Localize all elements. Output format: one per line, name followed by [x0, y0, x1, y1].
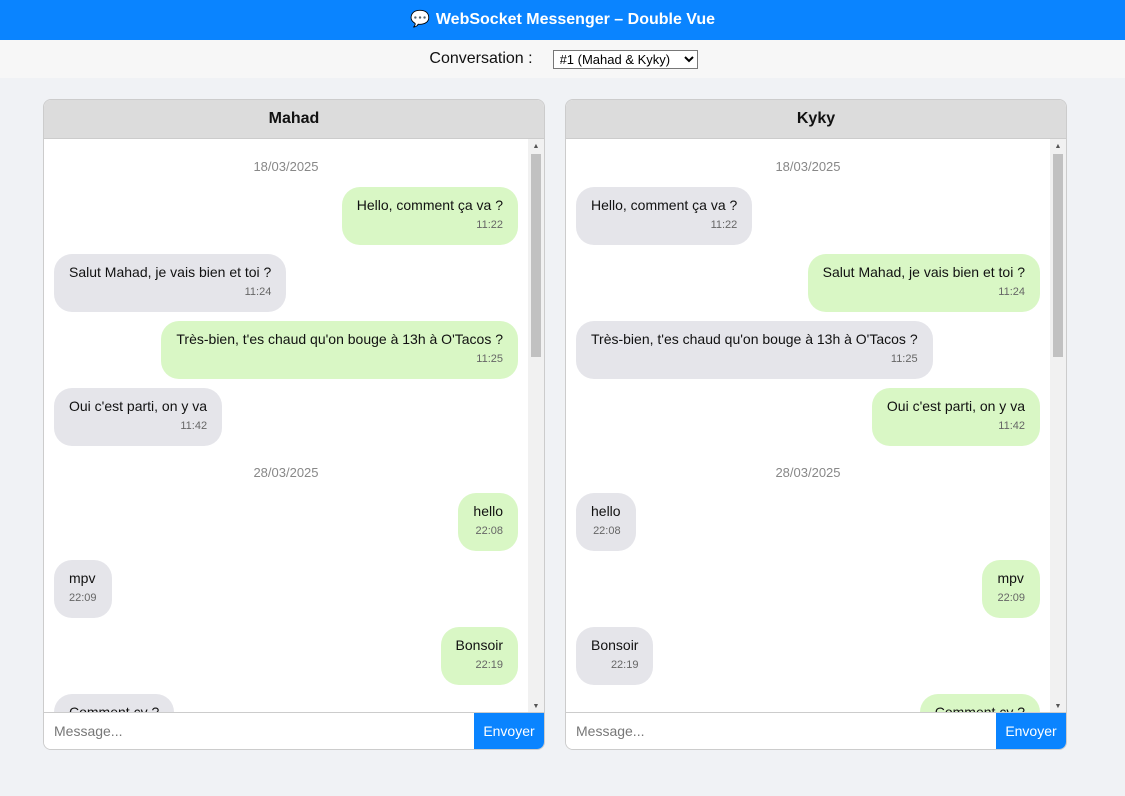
message-list[interactable]: 18/03/2025 Hello, comment ça va ? 11:22 Sal…	[566, 139, 1050, 713]
message-row: Bonsoir 22:19	[54, 627, 518, 685]
message-time: 22:19	[610, 659, 639, 671]
scroll-down-icon[interactable]: ▼	[1050, 699, 1066, 713]
message-text: Hello, comment ça va ?	[591, 197, 738, 213]
message-input[interactable]	[44, 713, 474, 749]
message-row: hello 22:08	[576, 493, 1040, 551]
message-time: 11:42	[180, 420, 208, 432]
message-time: 11:25	[890, 353, 918, 365]
scrollbar-thumb[interactable]	[531, 154, 541, 357]
scrollbar[interactable]: ▲ ▼	[528, 139, 544, 713]
speech-bubble-icon: 💬	[409, 11, 430, 28]
message-text: Très-bien, t'es chaud qu'on bouge à 13h …	[176, 331, 503, 347]
send-button[interactable]: Envoyer	[996, 713, 1066, 749]
message-text: Salut Mahad, je vais bien et toi ?	[69, 264, 272, 280]
message-row: Très-bien, t'es chaud qu'on bouge à 13h …	[54, 321, 518, 379]
chat-panel-kyky: Kyky 18/03/2025 Hello, comment ça va ? 11:…	[565, 99, 1067, 750]
message-text: mpv	[69, 570, 96, 586]
message-input[interactable]	[566, 713, 996, 749]
message-text: mpv	[997, 570, 1024, 586]
panel-title: Kyky	[566, 100, 1066, 139]
scrollbar-thumb[interactable]	[1053, 154, 1063, 357]
conversation-label: Conversation :	[429, 50, 533, 67]
panel-title: Mahad	[44, 100, 544, 139]
message-time: 22:19	[475, 659, 503, 671]
message-row: Comment cv ?	[54, 694, 518, 713]
received-message-bubble: Très-bien, t'es chaud qu'on bouge à 13h …	[576, 321, 933, 379]
message-row: Oui c'est parti, on y va 11:42	[576, 388, 1040, 446]
composer: Envoyer	[566, 712, 1066, 749]
received-message-bubble: Hello, comment ça va ? 11:22	[576, 187, 753, 245]
message-row: mpv 22:09	[54, 560, 518, 618]
message-row: Comment cv ?	[576, 694, 1040, 713]
chat-panel-mahad: Mahad 18/03/2025 Hello, comment ça va ? 11…	[43, 99, 545, 750]
sent-message-bubble: Très-bien, t'es chaud qu'on bouge à 13h …	[161, 321, 518, 379]
message-text: Très-bien, t'es chaud qu'on bouge à 13h …	[591, 331, 918, 347]
received-message-bubble: Oui c'est parti, on y va 11:42	[54, 388, 223, 446]
message-time: 22:09	[69, 592, 97, 604]
message-time: 11:24	[244, 286, 272, 298]
message-text: Salut Mahad, je vais bien et toi ?	[822, 264, 1025, 280]
message-time: 22:09	[997, 592, 1025, 604]
message-row: Oui c'est parti, on y va 11:42	[54, 388, 518, 446]
composer: Envoyer	[44, 712, 544, 749]
scroll-up-icon[interactable]: ▲	[1050, 139, 1066, 153]
app-header: 💬 WebSocket Messenger – Double Vue	[0, 0, 1125, 40]
received-message-bubble: mpv 22:09	[54, 560, 112, 618]
app-title: WebSocket Messenger – Double Vue	[435, 11, 716, 28]
date-separator: 18/03/2025	[253, 159, 319, 174]
sent-message-bubble: Hello, comment ça va ? 11:22	[341, 187, 518, 245]
message-row: hello 22:08	[54, 493, 518, 551]
date-separator: 18/03/2025	[775, 159, 841, 174]
message-row: Très-bien, t'es chaud qu'on bouge à 13h …	[576, 321, 1040, 379]
message-time: 11:22	[710, 219, 738, 231]
send-button[interactable]: Envoyer	[474, 713, 544, 749]
message-text: Hello, comment ça va ?	[356, 197, 503, 213]
sent-message-bubble: Oui c'est parti, on y va 11:42	[871, 388, 1040, 446]
scroll-up-icon[interactable]: ▲	[528, 139, 544, 153]
received-message-bubble: Bonsoir 22:19	[576, 627, 654, 685]
scrollbar[interactable]: ▲ ▼	[1050, 139, 1066, 713]
message-row: Salut Mahad, je vais bien et toi ? 11:24	[54, 254, 518, 312]
message-row: mpv 22:09	[576, 560, 1040, 618]
message-time: 11:22	[476, 219, 503, 231]
message-text: hello	[591, 503, 621, 519]
received-message-bubble: hello 22:08	[576, 493, 636, 551]
message-time: 11:25	[476, 353, 503, 365]
conversation-bar: Conversation : #1 (Mahad & Kyky)	[0, 40, 1125, 78]
sent-message-bubble: mpv 22:09	[982, 560, 1040, 618]
message-row: Hello, comment ça va ? 11:22	[54, 187, 518, 245]
message-time: 22:08	[475, 525, 503, 537]
message-text: hello	[473, 503, 503, 519]
message-time: 11:24	[998, 286, 1025, 298]
message-time: 22:08	[593, 525, 621, 537]
date-separator: 28/03/2025	[775, 465, 841, 480]
sent-message-bubble: Salut Mahad, je vais bien et toi ? 11:24	[807, 254, 1040, 312]
message-list[interactable]: 18/03/2025 Hello, comment ça va ? 11:22 Sal…	[44, 139, 528, 713]
conversation-select[interactable]: #1 (Mahad & Kyky)	[552, 49, 698, 69]
sent-message-bubble: Bonsoir 22:19	[440, 627, 518, 685]
scroll-down-icon[interactable]: ▼	[528, 699, 544, 713]
message-text: Bonsoir	[455, 637, 503, 653]
message-row: Hello, comment ça va ? 11:22	[576, 187, 1040, 245]
sent-message-bubble: hello 22:08	[458, 493, 518, 551]
date-separator: 28/03/2025	[253, 465, 319, 480]
received-message-bubble: Comment cv ?	[54, 694, 175, 713]
message-row: Salut Mahad, je vais bien et toi ? 11:24	[576, 254, 1040, 312]
message-text: Bonsoir	[591, 637, 639, 653]
message-row: Bonsoir 22:19	[576, 627, 1040, 685]
message-text: Oui c'est parti, on y va	[886, 398, 1025, 414]
message-text: Oui c'est parti, on y va	[69, 398, 208, 414]
sent-message-bubble: Comment cv ?	[919, 694, 1040, 713]
message-time: 11:42	[998, 420, 1025, 432]
received-message-bubble: Salut Mahad, je vais bien et toi ? 11:24	[54, 254, 287, 312]
